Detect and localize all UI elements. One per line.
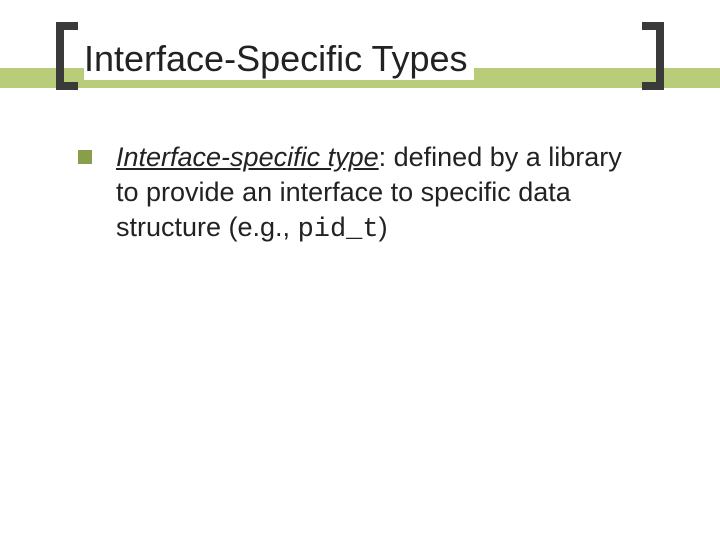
slide-title: Interface-Specific Types bbox=[84, 38, 474, 80]
body-text-2: ) bbox=[379, 212, 388, 242]
bullet-icon bbox=[78, 150, 92, 164]
bracket-left bbox=[56, 22, 78, 90]
bullet-item: Interface-specific type: defined by a li… bbox=[78, 140, 650, 248]
term-text: Interface-specific type bbox=[116, 142, 379, 172]
slide-body: Interface-specific type: defined by a li… bbox=[78, 140, 650, 248]
code-text: pid_t bbox=[298, 215, 379, 245]
bullet-text: Interface-specific type: defined by a li… bbox=[116, 140, 650, 248]
bracket-right bbox=[642, 22, 664, 90]
